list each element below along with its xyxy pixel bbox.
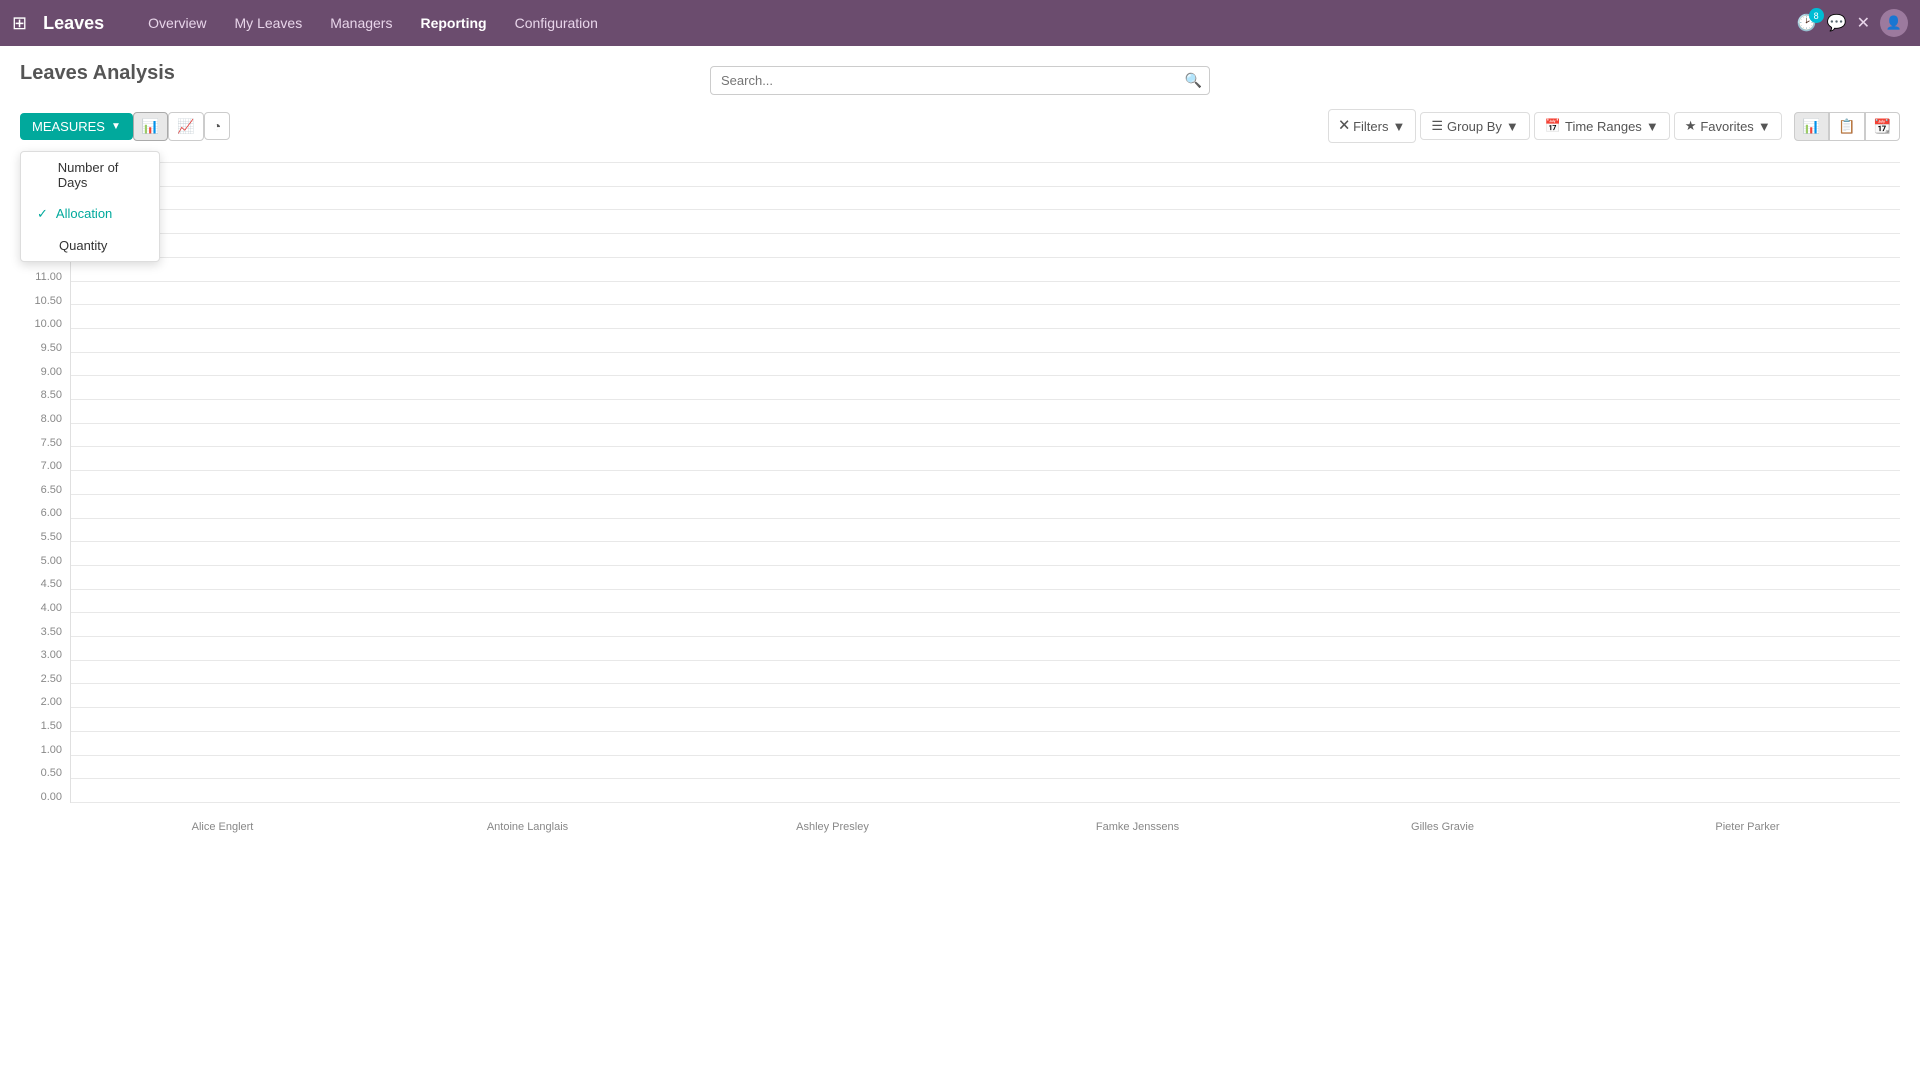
- nav-overview[interactable]: Overview: [136, 11, 218, 35]
- y-axis-label: 4.50: [41, 578, 62, 590]
- y-axis-label: 2.00: [41, 696, 62, 708]
- x-axis-label: Antoine Langlais: [405, 817, 650, 833]
- chart-inner: [70, 163, 1900, 803]
- measures-label: MEASURES: [32, 119, 105, 134]
- groupby-arrow: ▼: [1506, 119, 1519, 134]
- x-axis-label: Pieter Parker: [1625, 817, 1870, 833]
- measures-allocation-label: Allocation: [56, 206, 112, 221]
- y-axis-label: 9.50: [41, 342, 62, 354]
- x-axis-label: Alice Englert: [100, 817, 345, 833]
- measures-numdays-label: Number of Days: [58, 160, 143, 190]
- filters-label: Filters: [1353, 119, 1388, 134]
- bar-chart-button[interactable]: 📊: [133, 112, 168, 141]
- page-title: Leaves Analysis: [20, 62, 175, 85]
- nav-myleaves[interactable]: My Leaves: [223, 11, 315, 35]
- measures-arrow-icon: ▼: [111, 121, 121, 132]
- measures-button[interactable]: MEASURES ▼: [20, 113, 133, 140]
- groupby-icon: ☰: [1431, 118, 1443, 134]
- bars-container: [71, 163, 1900, 803]
- search-icon[interactable]: 🔍: [1185, 72, 1202, 89]
- groupby-button[interactable]: ☰ Group By ▼: [1420, 112, 1529, 140]
- y-axis-label: 10.00: [34, 318, 62, 330]
- y-axis-label: 0.50: [41, 767, 62, 779]
- toolbar-row: MEASURES ▼ Number of Days ✓ Allocation Q…: [20, 109, 1900, 143]
- measures-container: MEASURES ▼ Number of Days ✓ Allocation Q…: [20, 113, 133, 140]
- activity-icon[interactable]: 🕑 8: [1797, 13, 1817, 33]
- timeranges-button[interactable]: 📅 Time Ranges ▼: [1534, 112, 1670, 140]
- y-axis-label: 2.50: [41, 673, 62, 685]
- notification-badge: 8: [1809, 8, 1824, 23]
- filter-icon: 🗙: [1339, 115, 1349, 137]
- x-axis-label: Famke Jenssens: [1015, 817, 1260, 833]
- y-axis-label: 5.50: [41, 531, 62, 543]
- y-axis-label: 7.00: [41, 460, 62, 472]
- grid-icon[interactable]: ⊞: [12, 13, 27, 34]
- y-axis-label: 5.00: [41, 555, 62, 567]
- barchart-view-button[interactable]: 📊: [1794, 112, 1829, 141]
- measures-dropdown: Number of Days ✓ Allocation Quantity: [20, 151, 160, 262]
- search-container: 🔍: [710, 66, 1210, 95]
- close-icon[interactable]: ✕: [1857, 13, 1870, 33]
- topbar-right: 🕑 8 💬 ✕ 👤: [1797, 9, 1908, 37]
- y-axis-label: 11.00: [35, 271, 62, 283]
- filters-button[interactable]: 🗙 Filters ▼: [1328, 109, 1416, 143]
- filters-arrow: ▼: [1392, 119, 1405, 134]
- calendar-view-button[interactable]: 📆: [1865, 112, 1900, 141]
- main-content: Leaves Analysis 🔍 MEASURES ▼ Number of D…: [0, 46, 1920, 1080]
- y-axis-label: 9.00: [41, 366, 62, 378]
- main-nav: Overview My Leaves Managers Reporting Co…: [136, 11, 1781, 35]
- timeranges-label: Time Ranges: [1565, 119, 1642, 134]
- topbar: ⊞ Leaves Overview My Leaves Managers Rep…: [0, 0, 1920, 46]
- y-axis-label: 7.50: [41, 437, 62, 449]
- measures-item-allocation[interactable]: ✓ Allocation: [21, 198, 159, 230]
- y-axis-label: 3.50: [41, 626, 62, 638]
- nav-managers[interactable]: Managers: [318, 11, 404, 35]
- pie-chart-button[interactable]: ◔: [204, 112, 230, 140]
- nav-configuration[interactable]: Configuration: [503, 11, 610, 35]
- y-axis-label: 0.00: [41, 791, 62, 803]
- chart-area: 0.00 0.50 1.00 1.50 2.00 2.50 3.00 3.50 4.00 4.50…: [20, 153, 1900, 833]
- search-input[interactable]: [710, 66, 1210, 95]
- nav-reporting[interactable]: Reporting: [408, 11, 498, 35]
- timeranges-arrow: ▼: [1646, 119, 1659, 134]
- measures-quantity-label: Quantity: [59, 238, 107, 253]
- x-axis-labels: Alice Englert Antoine Langlais Ashley Pres…: [70, 817, 1900, 833]
- avatar[interactable]: 👤: [1880, 9, 1908, 37]
- y-axis-label: 10.50: [34, 295, 62, 307]
- line-chart-button[interactable]: 📈: [168, 112, 203, 141]
- app-name: Leaves: [43, 13, 104, 34]
- favorites-label: Favorites: [1700, 119, 1753, 134]
- measures-item-numdays[interactable]: Number of Days: [21, 152, 159, 198]
- x-axis-label: Gilles Gravie: [1320, 817, 1565, 833]
- y-axis-label: 1.50: [41, 720, 62, 732]
- list-view-button[interactable]: 📋: [1829, 112, 1864, 141]
- title-search-row: Leaves Analysis 🔍: [20, 62, 1900, 99]
- chat-icon[interactable]: 💬: [1827, 13, 1847, 33]
- y-axis-label: 1.00: [41, 744, 62, 756]
- y-axis-label: 4.00: [41, 602, 62, 614]
- star-icon: ★: [1685, 118, 1697, 134]
- favorites-arrow: ▼: [1758, 119, 1771, 134]
- x-axis-label: Ashley Presley: [710, 817, 955, 833]
- groupby-label: Group By: [1447, 119, 1502, 134]
- y-axis-label: 3.00: [41, 649, 62, 661]
- favorites-button[interactable]: ★ Favorites ▼: [1674, 112, 1782, 140]
- y-axis-label: 8.50: [41, 389, 62, 401]
- view-toggle: 📊 📋 📆: [1794, 112, 1900, 141]
- y-axis-label: 6.50: [41, 484, 62, 496]
- y-axis-label: 6.00: [41, 507, 62, 519]
- measures-item-quantity[interactable]: Quantity: [21, 230, 159, 261]
- check-allocation: ✓: [37, 206, 48, 222]
- calendar-icon: 📅: [1545, 118, 1561, 134]
- y-axis-label: 8.00: [41, 413, 62, 425]
- filter-bar: 🗙 Filters ▼ ☰ Group By ▼ 📅 Time Ranges ▼…: [1328, 109, 1900, 143]
